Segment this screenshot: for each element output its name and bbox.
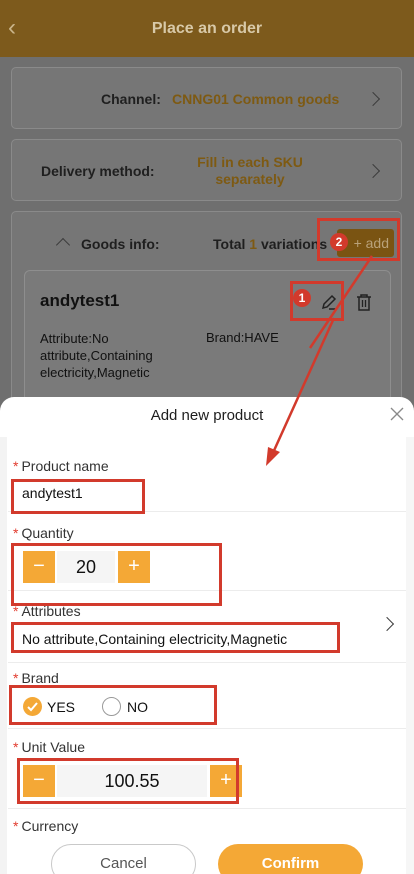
goods-item-brand: Brand:HAVE (206, 330, 279, 345)
confirm-button[interactable]: Confirm (218, 844, 363, 874)
channel-value: CNNG01 Common goods (172, 91, 340, 107)
quantity-label: * Quantity (13, 525, 74, 541)
page-title: Place an order (151, 20, 263, 37)
chevron-right-icon (365, 91, 381, 107)
annotation-box-attributes (11, 622, 340, 653)
chevron-right-icon[interactable] (379, 616, 395, 632)
currency-label: * Currency (13, 818, 79, 834)
chevron-right-icon (365, 163, 381, 179)
goods-label: Goods info: (81, 236, 160, 252)
annotation-box-quantity (11, 543, 222, 606)
delivery-label: Delivery method: (41, 163, 155, 179)
unit-value-label: * Unit Value (13, 739, 86, 755)
annotation-box-unit-value (17, 758, 239, 804)
divider (8, 662, 406, 663)
channel-row[interactable]: Channel: CNNG01 Common goods (11, 67, 402, 129)
channel-label: Channel: (101, 91, 161, 107)
product-name-label: * Product name (13, 458, 109, 474)
annotation-marker-1: 1 (293, 289, 311, 307)
cancel-button[interactable]: Cancel (51, 844, 196, 874)
goods-total: Total 1 variations (213, 236, 328, 252)
app-header: ‹ Place an order (0, 0, 414, 57)
divider (8, 728, 406, 729)
sheet-left-edge (0, 437, 7, 874)
delivery-method-row[interactable]: Delivery method: Fill in each SKU separa… (11, 139, 402, 201)
delivery-value: Fill in each SKU separately (197, 154, 303, 187)
chevron-up-icon[interactable] (55, 237, 71, 253)
sheet-title: Add new product (150, 407, 264, 424)
annotation-box-brand (9, 685, 217, 725)
sheet-right-edge (406, 437, 414, 874)
trash-icon[interactable] (356, 293, 372, 312)
annotation-marker-2: 2 (330, 233, 348, 251)
brand-label: * Brand (13, 670, 59, 686)
annotation-box-product-name (11, 479, 145, 514)
goods-item-attribute: Attribute:No attribute,Containing electr… (40, 331, 153, 380)
divider (8, 808, 406, 809)
close-icon[interactable] (388, 405, 406, 423)
goods-item-name: andytest1 (40, 291, 120, 310)
